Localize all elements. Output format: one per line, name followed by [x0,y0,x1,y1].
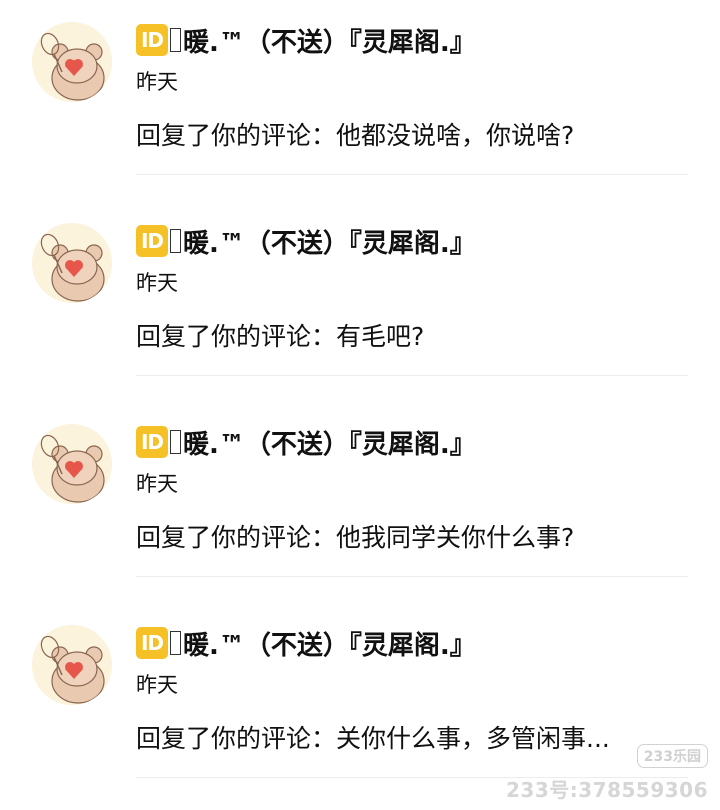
bear-avatar-icon [32,424,112,504]
username-row[interactable]: ID 暖.™（不送）『灵犀阁.』 [136,221,476,261]
timestamp: 昨天 [136,271,178,295]
username[interactable]: 暖.™（不送）『灵犀阁.』 [183,424,476,461]
missing-glyph-icon [170,430,181,454]
notification-item[interactable]: ID 暖.™（不送）『灵犀阁.』 昨天 回复了你的评论：他都没说啥，你说啥? [0,0,720,201]
missing-glyph-icon [170,28,181,52]
watermark: 233乐园 233号:378559306 [506,744,708,803]
notification-item[interactable]: ID 暖.™（不送）『灵犀阁.』 昨天 回复了你的评论：有毛吧? [0,201,720,402]
reply-content[interactable]: 回复了你的评论：他都没说啥，你说啥? [136,116,574,152]
id-badge-icon: ID [136,627,168,659]
divider [136,174,688,175]
reply-content[interactable]: 回复了你的评论：他我同学关你什么事? [136,518,574,554]
timestamp: 昨天 [136,70,178,94]
user-avatar[interactable] [32,625,112,705]
username[interactable]: 暖.™（不送）『灵犀阁.』 [183,223,476,260]
watermark-id: 233号:378559306 [506,778,708,802]
user-avatar[interactable] [32,223,112,303]
divider [136,576,688,577]
divider [136,375,688,376]
bear-avatar-icon [32,22,112,102]
id-badge-icon: ID [136,225,168,257]
username-row[interactable]: ID 暖.™（不送）『灵犀阁.』 [136,422,476,462]
missing-glyph-icon [170,229,181,253]
timestamp: 昨天 [136,472,178,496]
watermark-logo: 233乐园 [636,744,708,768]
user-avatar[interactable] [32,424,112,504]
username-row[interactable]: ID 暖.™（不送）『灵犀阁.』 [136,20,476,60]
username[interactable]: 暖.™（不送）『灵犀阁.』 [183,625,476,662]
missing-glyph-icon [170,631,181,655]
notification-item[interactable]: ID 暖.™（不送）『灵犀阁.』 昨天 回复了你的评论：他我同学关你什么事? [0,402,720,603]
username[interactable]: 暖.™（不送）『灵犀阁.』 [183,22,476,59]
username-row[interactable]: ID 暖.™（不送）『灵犀阁.』 [136,623,476,663]
id-badge-icon: ID [136,24,168,56]
user-avatar[interactable] [32,22,112,102]
bear-avatar-icon [32,223,112,303]
reply-content[interactable]: 回复了你的评论：有毛吧? [136,317,424,353]
notification-feed: ID 暖.™（不送）『灵犀阁.』 昨天 回复了你的评论：他都没说啥，你说啥? I… [0,0,720,810]
timestamp: 昨天 [136,673,178,697]
bear-avatar-icon [32,625,112,705]
id-badge-icon: ID [136,426,168,458]
